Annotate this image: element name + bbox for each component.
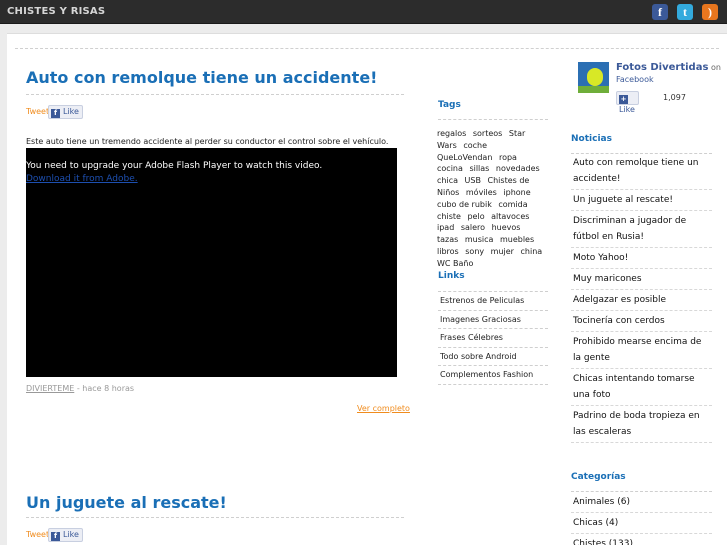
divider — [26, 94, 404, 95]
tag-link[interactable]: WC Baño — [437, 259, 473, 268]
tag-link[interactable]: altavoces — [491, 212, 529, 221]
tag-link[interactable]: salero — [461, 223, 485, 232]
flash-message: You need to upgrade your Adobe Flash Pla… — [26, 161, 323, 171]
noticia-item[interactable]: Un juguete al rescate! — [571, 190, 712, 211]
link-item[interactable]: Todo sobre Android — [438, 348, 548, 366]
site-title[interactable]: CHISTES Y RISAS — [7, 6, 105, 17]
tag-cloud: regalos sorteos Star Wars coche QueLoVen… — [437, 128, 549, 270]
twitter-icon[interactable]: t — [677, 4, 693, 20]
post-meta: DIVIERTEME - hace 8 horas — [26, 384, 134, 393]
like-label: Like — [619, 105, 635, 114]
tags-heading: Tags — [438, 100, 461, 110]
tag-link[interactable]: sillas — [469, 164, 489, 173]
facebook-icon: f — [51, 109, 60, 118]
categoria-item[interactable]: Animales (6) — [571, 492, 712, 513]
tweet-button[interactable]: Tweet — [26, 530, 49, 539]
tag-link[interactable]: cubo de rubik — [437, 200, 492, 209]
divider — [438, 119, 548, 120]
thumbs-up-icon: + — [619, 95, 628, 104]
post-title[interactable]: Auto con remolque tiene un accidente! — [26, 68, 377, 87]
tag-link[interactable]: chica — [437, 176, 458, 185]
noticia-item[interactable]: Discriminan a jugador de fútbol en Rusia… — [571, 211, 712, 248]
tag-link[interactable]: mujer — [491, 247, 514, 256]
author-link[interactable]: DIVIERTEME — [26, 384, 74, 393]
tag-link[interactable]: muebles — [500, 235, 534, 244]
post-title[interactable]: Un juguete al rescate! — [26, 493, 227, 512]
tag-link[interactable]: QueLoVendan — [437, 153, 492, 162]
facebook-icon[interactable]: f — [652, 4, 668, 20]
tag-link[interactable]: chiste — [437, 212, 461, 221]
links-list: Estrenos de Peliculas Imagenes Graciosas F… — [438, 292, 548, 385]
tag-link[interactable]: cocina — [437, 164, 463, 173]
link-item[interactable]: Complementos Fashion — [438, 366, 548, 385]
tag-link[interactable]: sorteos — [473, 129, 502, 138]
tag-link[interactable]: china — [521, 247, 543, 256]
noticia-item[interactable]: Tocinería con cerdos — [571, 311, 712, 332]
page-name-on: on — [708, 63, 721, 72]
noticia-item[interactable]: Padrino de boda tropieza en las escalera… — [571, 406, 712, 443]
link-item[interactable]: Frases Célebres — [438, 329, 548, 348]
noticias-list: Auto con remolque tiene un accidente! Un … — [571, 153, 712, 443]
facebook-page-like-button[interactable]: +Like — [616, 91, 639, 114]
tag-link[interactable]: ipad — [437, 223, 454, 232]
facebook-platform-label: Facebook — [616, 75, 654, 84]
read-more-link[interactable]: Ver completo — [357, 404, 410, 413]
like-count: 1,097 — [663, 93, 686, 102]
rss-icon[interactable]: ) — [702, 4, 718, 20]
tag-link[interactable]: iphone — [503, 188, 530, 197]
like-label: Like — [63, 107, 79, 116]
facebook-like-button[interactable]: f Like — [48, 528, 83, 542]
divider — [15, 48, 719, 49]
tag-link[interactable]: pelo — [467, 212, 484, 221]
link-item[interactable]: Imagenes Graciosas — [438, 311, 548, 329]
tag-link[interactable]: sony — [465, 247, 484, 256]
noticia-item[interactable]: Prohibido mearse encima de la gente — [571, 332, 712, 369]
post-time: - hace 8 horas — [74, 384, 135, 393]
categorias-list: Animales (6) Chicas (4) Chistes (133) — [571, 492, 712, 545]
tag-link[interactable]: móviles — [466, 188, 497, 197]
tag-link[interactable]: musica — [465, 235, 494, 244]
tag-link[interactable]: libros — [437, 247, 459, 256]
noticias-heading: Noticias — [571, 134, 612, 144]
categoria-item[interactable]: Chistes (133) — [571, 534, 712, 545]
links-heading: Links — [438, 271, 465, 281]
noticia-item[interactable]: Auto con remolque tiene un accidente! — [571, 153, 712, 190]
link-item[interactable]: Estrenos de Peliculas — [438, 292, 548, 311]
tag-link[interactable]: comida — [498, 200, 527, 209]
tag-link[interactable]: novedades — [496, 164, 540, 173]
categorias-heading: Categorías — [571, 472, 626, 482]
noticia-item[interactable]: Moto Yahoo! — [571, 248, 712, 269]
page-name-text: Fotos Divertidas — [616, 62, 709, 73]
divider — [26, 517, 404, 518]
noticia-item[interactable]: Muy maricones — [571, 269, 712, 290]
facebook-like-button[interactable]: f Like — [48, 105, 83, 119]
facebook-icon: f — [51, 532, 60, 541]
tag-link[interactable]: tazas — [437, 235, 458, 244]
tag-link[interactable]: regalos — [437, 129, 466, 138]
tag-link[interactable]: huevos — [492, 223, 521, 232]
tweet-button[interactable]: Tweet — [26, 107, 49, 116]
tag-link[interactable]: ropa — [499, 153, 517, 162]
facebook-page-name[interactable]: Fotos Divertidas on — [616, 62, 721, 73]
like-label: Like — [63, 530, 79, 539]
flash-download-link[interactable]: Download it from Adobe. — [26, 174, 138, 184]
post-excerpt: Este auto tiene un tremendo accidente al… — [26, 137, 389, 146]
tag-link[interactable]: USB — [465, 176, 481, 185]
video-player[interactable]: You need to upgrade your Adobe Flash Pla… — [26, 148, 397, 377]
top-bar: CHISTES Y RISAS f t ) — [0, 0, 727, 24]
noticia-item[interactable]: Chicas intentando tomarse una foto — [571, 369, 712, 406]
tag-link[interactable]: coche — [463, 141, 487, 150]
noticia-item[interactable]: Adelgazar es posible — [571, 290, 712, 311]
categoria-item[interactable]: Chicas (4) — [571, 513, 712, 534]
page-avatar[interactable] — [578, 62, 609, 93]
